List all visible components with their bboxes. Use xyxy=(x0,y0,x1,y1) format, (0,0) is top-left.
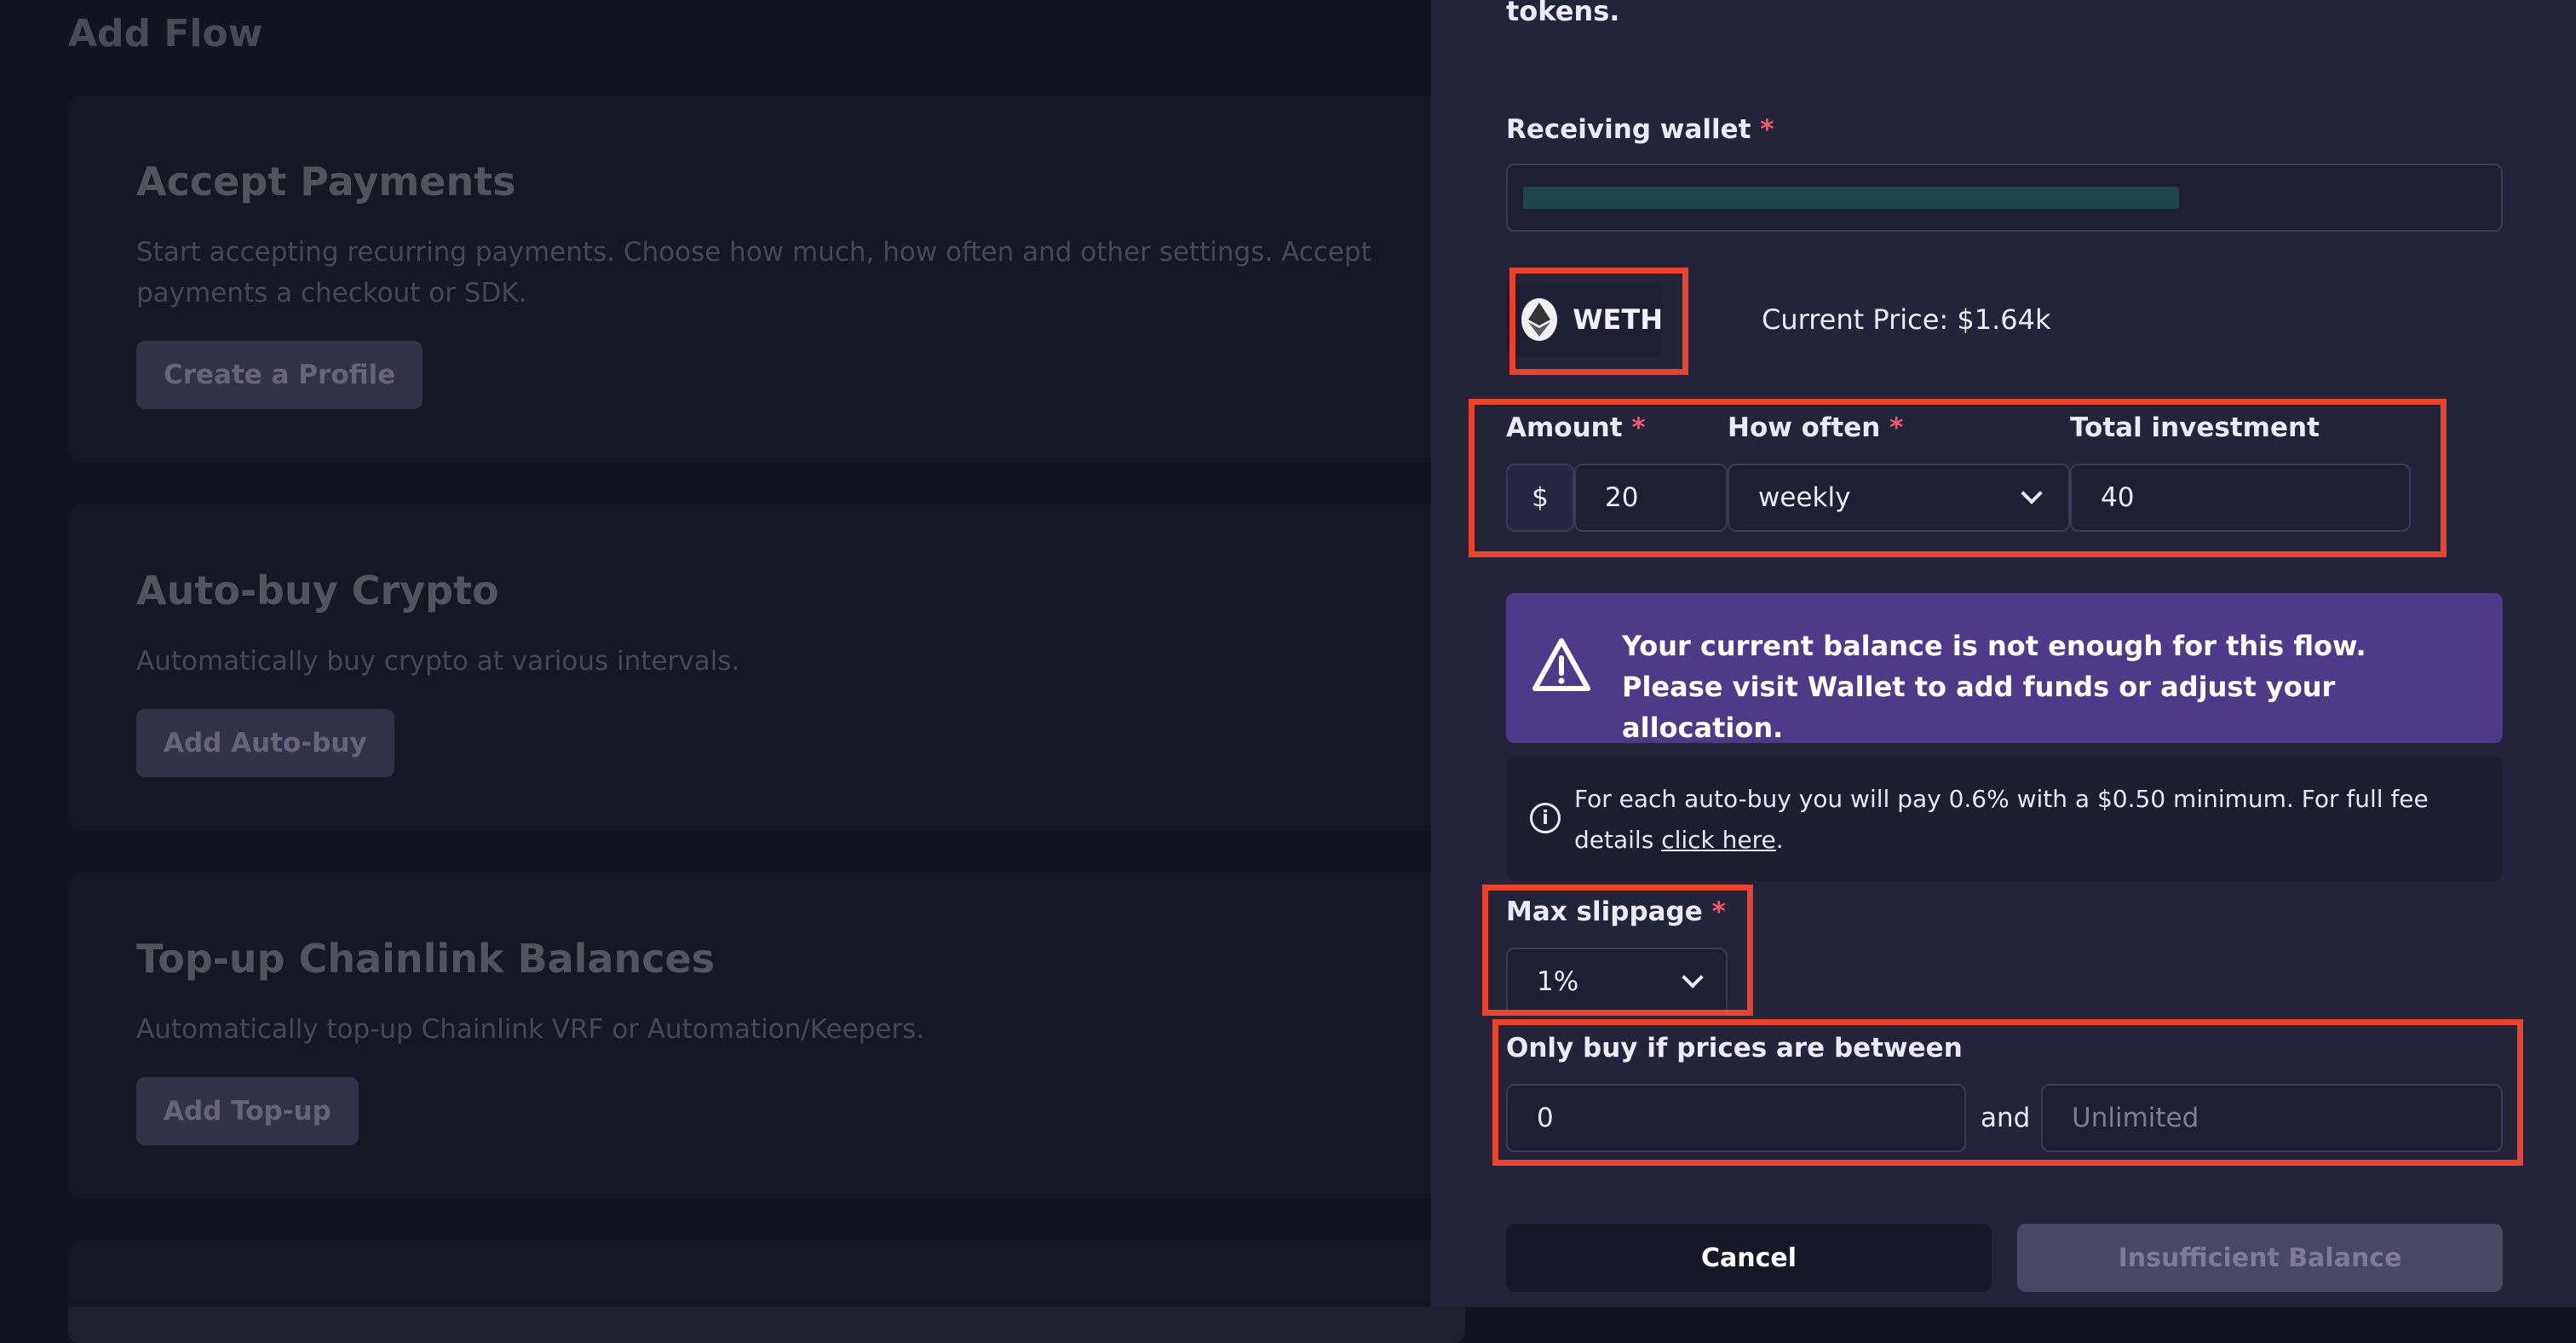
fee-info-box: i For each auto-buy you will pay 0.6% wi… xyxy=(1506,757,2503,881)
cancel-button[interactable]: Cancel xyxy=(1506,1224,1992,1292)
receiving-wallet-input[interactable] xyxy=(1506,164,2503,232)
min-price-input[interactable]: 0 xyxy=(1506,1084,1966,1152)
required-mark: * xyxy=(1711,896,1726,927)
warning-triangle-icon xyxy=(1532,637,1591,695)
amount-label: Amount * xyxy=(1506,412,1646,443)
price-range-connector: and xyxy=(1981,1103,2031,1133)
max-price-input[interactable]: Unlimited xyxy=(2041,1084,2503,1152)
how-often-value: weekly xyxy=(1758,482,1851,513)
modal-backdrop[interactable] xyxy=(0,0,1431,1307)
max-slippage-label: Max slippage * xyxy=(1506,896,1726,927)
insufficient-balance-warning: Your current balance is not enough for t… xyxy=(1506,593,2503,744)
receiving-wallet-label: Receiving wallet * xyxy=(1506,114,1774,145)
required-mark: * xyxy=(1889,412,1904,443)
how-often-label: How often * xyxy=(1728,412,1904,443)
amount-input[interactable]: 20 xyxy=(1574,464,1728,532)
total-investment-input[interactable]: 40 xyxy=(2070,464,2411,532)
token-selector-button[interactable]: WETH xyxy=(1506,283,1663,356)
auto-buy-drawer: tokens. Receiving wallet * WETH Current … xyxy=(1431,0,2576,1307)
max-slippage-value: 1% xyxy=(1537,966,1579,997)
info-circle-icon: i xyxy=(1530,803,1561,833)
max-slippage-select[interactable]: 1% xyxy=(1506,948,1728,1016)
background-page: Add Flow Accept Payments Start accepting… xyxy=(0,0,1465,1343)
chevron-down-icon xyxy=(2021,482,2043,504)
ethereum-icon xyxy=(1521,298,1558,341)
wallet-address-redacted xyxy=(1523,187,2179,209)
required-mark: * xyxy=(1631,412,1646,443)
token-symbol: WETH xyxy=(1573,303,1663,336)
chevron-down-icon xyxy=(1682,966,1704,989)
fee-info-text: For each auto-buy you will pay 0.6% with… xyxy=(1574,785,2429,854)
how-often-select[interactable]: weekly xyxy=(1728,464,2070,532)
warning-text: Your current balance is not enough for t… xyxy=(1622,630,2366,744)
fee-details-link[interactable]: click here xyxy=(1661,826,1776,854)
intro-text-tail: tokens. xyxy=(1506,0,1620,27)
current-price: Current Price: $1.64k xyxy=(1762,303,2051,336)
currency-prefix: $ xyxy=(1506,464,1574,532)
price-range-label: Only buy if prices are between xyxy=(1506,1033,1963,1063)
total-investment-label: Total investment xyxy=(2070,412,2320,443)
required-mark: * xyxy=(1760,114,1774,145)
insufficient-balance-button[interactable]: Insufficient Balance xyxy=(2017,1224,2503,1292)
